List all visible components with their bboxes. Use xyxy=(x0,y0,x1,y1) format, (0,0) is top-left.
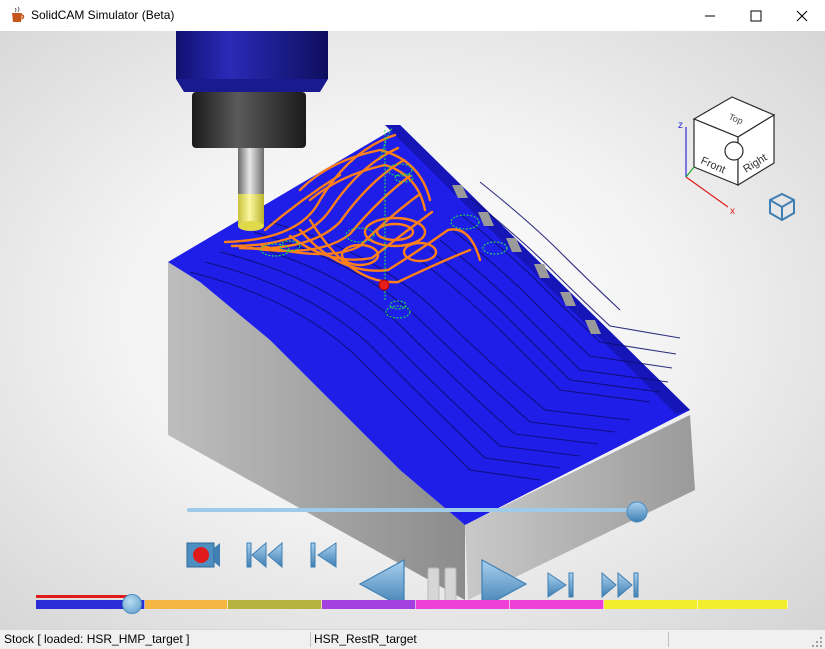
isometric-view-button[interactable] xyxy=(767,191,797,223)
step-back-icon xyxy=(310,542,337,568)
close-icon xyxy=(796,10,808,22)
axis-z-label: z xyxy=(678,120,683,131)
record-icon xyxy=(186,542,220,568)
solidcam-app-icon xyxy=(12,6,25,22)
go-to-end-icon xyxy=(601,571,639,599)
maximize-icon xyxy=(750,10,762,22)
simulation-viewport[interactable]: Top Front Right z x xyxy=(0,31,825,629)
timeline-segment[interactable] xyxy=(509,600,604,609)
operations-timeline[interactable] xyxy=(36,594,788,614)
toolpath-current-point xyxy=(378,279,390,291)
timeline-thumb[interactable] xyxy=(122,594,142,614)
tool-shank xyxy=(238,148,264,194)
resize-grip-icon[interactable] xyxy=(811,636,823,648)
timeline-segment[interactable] xyxy=(697,600,788,609)
timeline-segment[interactable] xyxy=(415,600,510,609)
record-button[interactable] xyxy=(184,536,222,574)
timeline-segment[interactable] xyxy=(145,600,228,609)
go-to-start-button[interactable] xyxy=(244,536,286,574)
step-back-button[interactable] xyxy=(306,536,340,574)
tool-collar xyxy=(192,92,306,148)
step-forward-icon xyxy=(547,572,574,598)
speed-slider-thumb xyxy=(626,501,648,523)
timeline-segment[interactable] xyxy=(321,600,416,609)
minimize-button[interactable] xyxy=(687,0,733,31)
timeline-progress-indicator xyxy=(36,595,131,598)
go-to-start-icon xyxy=(246,541,283,569)
maximize-button[interactable] xyxy=(733,0,779,31)
minimize-icon xyxy=(705,15,715,17)
title-bar: SolidCAM Simulator (Beta) xyxy=(0,0,825,31)
cube-view-icon xyxy=(769,192,795,222)
status-divider xyxy=(668,632,669,647)
operation-status: HSR_RestR_target xyxy=(314,632,417,646)
window-title: SolidCAM Simulator (Beta) xyxy=(31,8,175,22)
stock-status: Stock [ loaded: HSR_HMP_target ] xyxy=(4,632,190,646)
axis-y-line xyxy=(685,166,695,178)
axis-x-label: x xyxy=(730,206,735,217)
timeline-segment[interactable] xyxy=(603,600,698,609)
status-bar: Stock [ loaded: HSR_HMP_target ] HSR_Res… xyxy=(0,629,825,649)
axis-x-line xyxy=(685,176,729,208)
view-cube[interactable]: Top Front Right z x xyxy=(672,75,782,220)
tool-holder xyxy=(176,31,328,79)
timeline-bar xyxy=(36,600,788,609)
status-divider xyxy=(310,632,311,647)
close-button[interactable] xyxy=(779,0,825,31)
timeline-segment[interactable] xyxy=(227,600,322,609)
